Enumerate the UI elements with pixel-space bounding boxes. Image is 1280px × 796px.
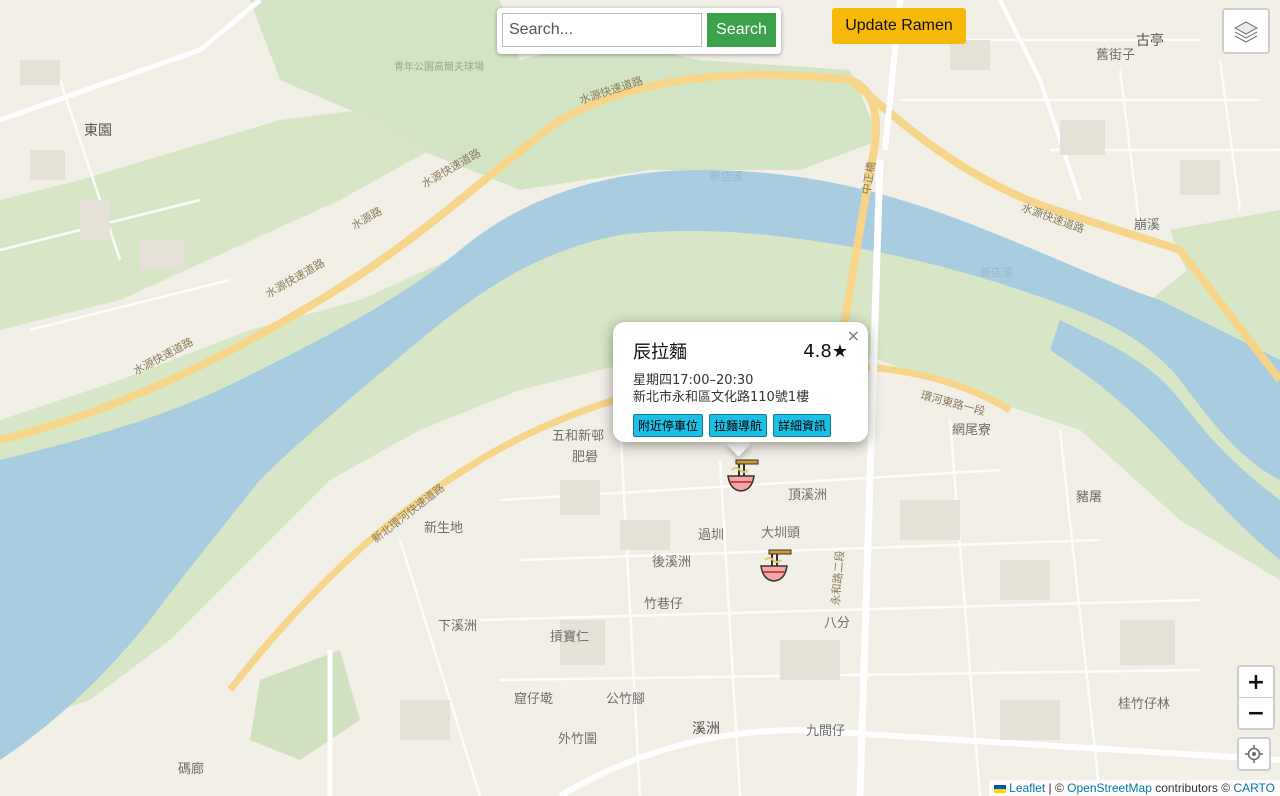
ukraine-flag-icon <box>994 784 1007 793</box>
shop-rating: 4.8★ <box>803 340 848 362</box>
leaflet-link[interactable]: Leaflet <box>1009 781 1045 795</box>
ramen-popup: × 辰拉麵 4.8★ 星期四17:00–20:30 新北市永和區文化路110號1… <box>613 322 868 442</box>
ramen-marker-icon[interactable] <box>757 548 793 584</box>
popup-close-button[interactable]: × <box>847 326 860 345</box>
zoom-in-button[interactable]: + <box>1239 667 1273 698</box>
shop-address: 新北市永和區文化路110號1樓 <box>633 390 810 405</box>
ramen-marker-icon[interactable] <box>724 458 760 494</box>
ramen-navigation-button[interactable]: 拉麵導航 <box>709 414 768 437</box>
map-attribution: Leaflet | © OpenStreetMap contributors ©… <box>989 780 1280 796</box>
attribution-contrib: contributors © <box>1151 781 1234 795</box>
carto-link[interactable]: CARTO <box>1233 781 1275 795</box>
zoom-control: + − <box>1237 665 1275 730</box>
crosshair-icon <box>1245 745 1263 763</box>
locate-button[interactable] <box>1237 737 1271 771</box>
attribution-separator: | © <box>1045 781 1068 795</box>
nearby-parking-button[interactable]: 附近停車位 <box>633 414 704 437</box>
update-ramen-button[interactable]: Update Ramen <box>832 8 966 44</box>
search-button[interactable]: Search <box>707 13 776 47</box>
shop-hours: 星期四17:00–20:30 <box>633 373 754 388</box>
search-input[interactable] <box>502 13 702 47</box>
osm-link[interactable]: OpenStreetMap <box>1067 781 1152 795</box>
zoom-out-button[interactable]: − <box>1239 698 1273 728</box>
layers-button[interactable] <box>1222 8 1270 54</box>
search-control: Search <box>497 8 781 54</box>
shop-name: 辰拉麵 <box>633 342 687 363</box>
details-button[interactable]: 詳細資訊 <box>773 414 832 437</box>
layers-icon <box>1233 21 1259 43</box>
